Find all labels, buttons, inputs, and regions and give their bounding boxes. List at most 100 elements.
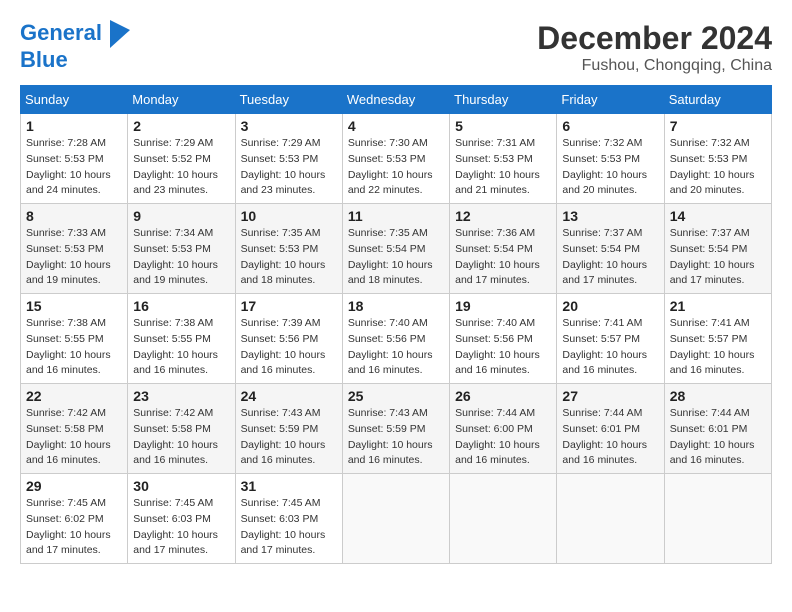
day-info: Sunrise: 7:37 AMSunset: 5:54 PMDaylight:…: [670, 226, 766, 289]
day-info: Sunrise: 7:29 AMSunset: 5:53 PMDaylight:…: [241, 136, 337, 199]
calendar-cell: 21 Sunrise: 7:41 AMSunset: 5:57 PMDayligh…: [664, 294, 771, 384]
day-number: 10: [241, 208, 337, 224]
day-number: 22: [26, 388, 122, 404]
day-number: 13: [562, 208, 658, 224]
calendar-cell: 12 Sunrise: 7:36 AMSunset: 5:54 PMDayligh…: [450, 204, 557, 294]
day-number: 2: [133, 118, 229, 134]
calendar-week-row: 29 Sunrise: 7:45 AMSunset: 6:02 PMDayligh…: [21, 474, 772, 564]
calendar-cell: 11 Sunrise: 7:35 AMSunset: 5:54 PMDayligh…: [342, 204, 449, 294]
calendar-cell: 8 Sunrise: 7:33 AMSunset: 5:53 PMDaylight…: [21, 204, 128, 294]
calendar-week-row: 22 Sunrise: 7:42 AMSunset: 5:58 PMDayligh…: [21, 384, 772, 474]
day-info: Sunrise: 7:35 AMSunset: 5:54 PMDaylight:…: [348, 226, 444, 289]
day-info: Sunrise: 7:44 AMSunset: 6:01 PMDaylight:…: [562, 406, 658, 469]
calendar-cell: 14 Sunrise: 7:37 AMSunset: 5:54 PMDayligh…: [664, 204, 771, 294]
day-number: 17: [241, 298, 337, 314]
calendar-cell: 23Sunrise: 7:42 AMSunset: 5:58 PMDayligh…: [128, 384, 235, 474]
day-info: Sunrise: 7:35 AMSunset: 5:53 PMDaylight:…: [241, 226, 337, 289]
day-info: Sunrise: 7:38 AMSunset: 5:55 PMDaylight:…: [133, 316, 229, 379]
day-info: Sunrise: 7:43 AMSunset: 5:59 PMDaylight:…: [348, 406, 444, 469]
day-number: 30: [133, 478, 229, 494]
calendar-table: SundayMondayTuesdayWednesdayThursdayFrid…: [20, 85, 772, 564]
col-header-saturday: Saturday: [664, 86, 771, 114]
day-info: Sunrise: 7:37 AMSunset: 5:54 PMDaylight:…: [562, 226, 658, 289]
day-info: Sunrise: 7:43 AMSunset: 5:59 PMDaylight:…: [241, 406, 337, 469]
location: Fushou, Chongqing, China: [537, 57, 772, 75]
calendar-cell: 22Sunrise: 7:42 AMSunset: 5:58 PMDayligh…: [21, 384, 128, 474]
calendar-cell: 27 Sunrise: 7:44 AMSunset: 6:01 PMDayligh…: [557, 384, 664, 474]
day-info: Sunrise: 7:36 AMSunset: 5:54 PMDaylight:…: [455, 226, 551, 289]
calendar-cell: 4 Sunrise: 7:30 AMSunset: 5:53 PMDaylight…: [342, 114, 449, 204]
calendar-cell: 3Sunrise: 7:29 AMSunset: 5:53 PMDaylight…: [235, 114, 342, 204]
page-header: General Blue December 2024 Fushou, Chong…: [20, 20, 772, 75]
calendar-week-row: 15Sunrise: 7:38 AMSunset: 5:55 PMDayligh…: [21, 294, 772, 384]
day-number: 14: [670, 208, 766, 224]
day-number: 20: [562, 298, 658, 314]
calendar-week-row: 1 Sunrise: 7:28 AMSunset: 5:53 PMDaylight…: [21, 114, 772, 204]
calendar-cell: 26Sunrise: 7:44 AMSunset: 6:00 PMDayligh…: [450, 384, 557, 474]
calendar-cell: 18 Sunrise: 7:40 AMSunset: 5:56 PMDayligh…: [342, 294, 449, 384]
day-number: 25: [348, 388, 444, 404]
title-block: December 2024 Fushou, Chongqing, China: [537, 20, 772, 75]
calendar-cell: 19Sunrise: 7:40 AMSunset: 5:56 PMDayligh…: [450, 294, 557, 384]
calendar-cell: 10 Sunrise: 7:35 AMSunset: 5:53 PMDayligh…: [235, 204, 342, 294]
day-number: 16: [133, 298, 229, 314]
day-info: Sunrise: 7:44 AMSunset: 6:00 PMDaylight:…: [455, 406, 551, 469]
logo: General Blue: [20, 20, 130, 72]
day-info: Sunrise: 7:45 AMSunset: 6:03 PMDaylight:…: [133, 496, 229, 559]
day-number: 27: [562, 388, 658, 404]
day-number: 7: [670, 118, 766, 134]
day-info: Sunrise: 7:41 AMSunset: 5:57 PMDaylight:…: [670, 316, 766, 379]
day-number: 18: [348, 298, 444, 314]
day-info: Sunrise: 7:34 AMSunset: 5:53 PMDaylight:…: [133, 226, 229, 289]
calendar-cell: 17 Sunrise: 7:39 AMSunset: 5:56 PMDayligh…: [235, 294, 342, 384]
col-header-monday: Monday: [128, 86, 235, 114]
day-info: Sunrise: 7:44 AMSunset: 6:01 PMDaylight:…: [670, 406, 766, 469]
calendar-cell: [557, 474, 664, 564]
day-number: 24: [241, 388, 337, 404]
day-info: Sunrise: 7:29 AMSunset: 5:52 PMDaylight:…: [133, 136, 229, 199]
day-number: 6: [562, 118, 658, 134]
day-number: 1: [26, 118, 122, 134]
logo-subtext: Blue: [20, 48, 130, 72]
calendar-cell: 30 Sunrise: 7:45 AMSunset: 6:03 PMDayligh…: [128, 474, 235, 564]
day-number: 31: [241, 478, 337, 494]
day-info: Sunrise: 7:32 AMSunset: 5:53 PMDaylight:…: [562, 136, 658, 199]
col-header-tuesday: Tuesday: [235, 86, 342, 114]
calendar-cell: 1 Sunrise: 7:28 AMSunset: 5:53 PMDaylight…: [21, 114, 128, 204]
day-info: Sunrise: 7:38 AMSunset: 5:55 PMDaylight:…: [26, 316, 122, 379]
day-info: Sunrise: 7:28 AMSunset: 5:53 PMDaylight:…: [26, 136, 122, 199]
calendar-cell: 7 Sunrise: 7:32 AMSunset: 5:53 PMDaylight…: [664, 114, 771, 204]
day-info: Sunrise: 7:40 AMSunset: 5:56 PMDaylight:…: [455, 316, 551, 379]
day-info: Sunrise: 7:32 AMSunset: 5:53 PMDaylight:…: [670, 136, 766, 199]
calendar-cell: 29 Sunrise: 7:45 AMSunset: 6:02 PMDayligh…: [21, 474, 128, 564]
day-info: Sunrise: 7:42 AMSunset: 5:58 PMDaylight:…: [133, 406, 229, 469]
month-title: December 2024: [537, 20, 772, 57]
day-info: Sunrise: 7:30 AMSunset: 5:53 PMDaylight:…: [348, 136, 444, 199]
calendar-cell: 13 Sunrise: 7:37 AMSunset: 5:54 PMDayligh…: [557, 204, 664, 294]
day-info: Sunrise: 7:40 AMSunset: 5:56 PMDaylight:…: [348, 316, 444, 379]
calendar-cell: 20Sunrise: 7:41 AMSunset: 5:57 PMDayligh…: [557, 294, 664, 384]
day-number: 5: [455, 118, 551, 134]
calendar-header-row: SundayMondayTuesdayWednesdayThursdayFrid…: [21, 86, 772, 114]
day-info: Sunrise: 7:45 AMSunset: 6:02 PMDaylight:…: [26, 496, 122, 559]
calendar-cell: 25 Sunrise: 7:43 AMSunset: 5:59 PMDayligh…: [342, 384, 449, 474]
calendar-cell: [342, 474, 449, 564]
day-number: 9: [133, 208, 229, 224]
day-number: 11: [348, 208, 444, 224]
calendar-cell: [664, 474, 771, 564]
day-info: Sunrise: 7:33 AMSunset: 5:53 PMDaylight:…: [26, 226, 122, 289]
calendar-cell: 28Sunrise: 7:44 AMSunset: 6:01 PMDayligh…: [664, 384, 771, 474]
day-number: 29: [26, 478, 122, 494]
day-number: 4: [348, 118, 444, 134]
day-info: Sunrise: 7:31 AMSunset: 5:53 PMDaylight:…: [455, 136, 551, 199]
day-number: 12: [455, 208, 551, 224]
day-number: 8: [26, 208, 122, 224]
calendar-cell: 15Sunrise: 7:38 AMSunset: 5:55 PMDayligh…: [21, 294, 128, 384]
day-number: 21: [670, 298, 766, 314]
day-info: Sunrise: 7:39 AMSunset: 5:56 PMDaylight:…: [241, 316, 337, 379]
col-header-friday: Friday: [557, 86, 664, 114]
col-header-sunday: Sunday: [21, 86, 128, 114]
calendar-cell: 24 Sunrise: 7:43 AMSunset: 5:59 PMDayligh…: [235, 384, 342, 474]
calendar-cell: 16 Sunrise: 7:38 AMSunset: 5:55 PMDayligh…: [128, 294, 235, 384]
calendar-cell: 9 Sunrise: 7:34 AMSunset: 5:53 PMDaylight…: [128, 204, 235, 294]
